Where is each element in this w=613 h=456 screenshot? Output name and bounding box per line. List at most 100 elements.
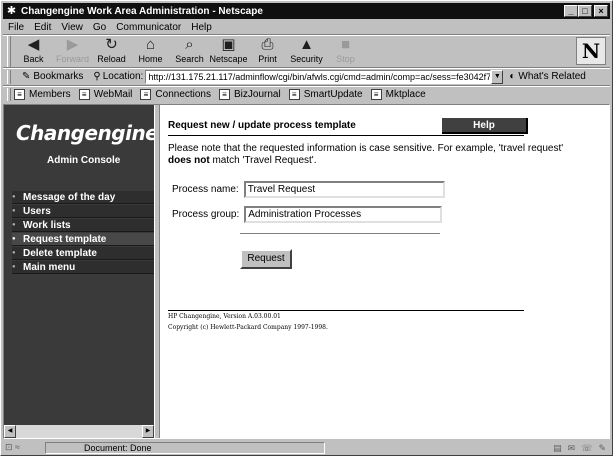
search-button[interactable]: ⌕ Search [170,36,209,66]
status-bar: ⊡ ≈ Document: Done ▤ ✉ ☏ ✎ [3,441,610,455]
scroll-track[interactable] [16,425,142,438]
bookmark-label: WebMail [93,88,133,100]
bookmark-connections[interactable]: ≡ Connections [140,88,211,100]
menu-file[interactable]: File [3,22,29,33]
security-button[interactable]: ▲ Security [287,36,326,66]
bookmark-label: Connections [155,88,211,100]
netscape-logo[interactable]: N [576,37,606,65]
nav-bullet-icon: ● [12,208,16,214]
print-button[interactable]: ⎙ Print [248,36,287,66]
maximize-button[interactable]: □ [578,5,592,17]
locbar-grip[interactable] [7,69,11,84]
persbar-grip[interactable] [7,87,11,101]
menu-bar: File Edit View Go Communicator Help [3,20,610,34]
process-name-row: Process name: Travel Request [172,181,445,198]
navigation-toolbar: ◀ Back ▶ Forward ↻ Reload ⌂ Home ⌕ Searc… [3,36,610,67]
nav-bullet-icon: ● [12,194,16,200]
bookmark-icon: ≡ [78,88,90,100]
nav-item-request-template[interactable]: ● Request template [12,233,154,246]
bookmark-bizjournal[interactable]: ≡ BizJournal [219,88,281,100]
mail-icon[interactable]: ✉ [568,443,576,454]
window-title: Changengine Work Area Administration - N… [21,5,263,17]
title-bar: ✱ Changengine Work Area Administration -… [3,3,610,19]
bookmark-icon: ≡ [219,88,230,100]
header-rule [168,135,524,136]
menu-communicator[interactable]: Communicator [111,22,186,33]
nav-item-label: Request template [23,233,107,245]
bookmark-icon: ≡ [14,88,25,100]
nav-item-label: Message of the day [23,191,116,203]
nav-item-delete-template[interactable]: ● Delete template [12,247,154,260]
menu-view[interactable]: View [56,22,88,33]
menu-go[interactable]: Go [88,22,111,33]
page-header: Request new / update process template He… [168,116,528,135]
print-label: Print [258,54,277,64]
note-text-end: match 'Travel Request'. [212,155,317,166]
bookmark-mktplace[interactable]: ≡ Mktplace [370,88,426,100]
back-label: Back [23,54,44,64]
netscape-icon: ▣ [221,36,236,53]
changengine-logo: Changengine [16,121,159,145]
bookmark-members[interactable]: ≡ Members [14,88,71,100]
navigator-icon[interactable]: ▤ [553,443,562,454]
back-button[interactable]: ◀ Back [14,36,53,66]
admin-console-label: Admin Console [47,155,121,166]
nav-item-work-lists[interactable]: ● Work lists [12,219,154,232]
process-name-input[interactable]: Travel Request [243,181,445,198]
home-label: Home [138,54,163,64]
bookmark-label: BizJournal [234,88,281,100]
bookmarks-button[interactable]: ✎ Bookmarks [22,71,83,82]
forward-arrow-icon: ▶ [66,36,79,53]
nav-bullet-icon: ● [12,236,16,242]
bookmark-webmail[interactable]: ≡ WebMail [78,88,133,100]
process-group-row: Process group: Administration Processes [172,206,443,223]
menu-help[interactable]: Help [186,22,217,33]
chevron-down-icon: ▼ [493,72,501,80]
horizontal-scrollbar[interactable]: ◀ ▶ [4,425,154,438]
home-icon: ⌂ [145,36,156,53]
status-text: Document: Done [45,442,325,454]
related-icon: ◐ [509,71,516,82]
content-area: Changengine Admin Console ● Message of th… [3,104,610,439]
bookmark-icon: ≡ [288,88,300,100]
request-button[interactable]: Request [240,249,292,269]
search-icon: ⌕ [185,36,194,53]
minimize-button[interactable]: _ [564,5,578,17]
bookmarks-label: Bookmarks [33,71,84,82]
nav-bullet-icon: ● [12,264,16,270]
url-dropdown-button[interactable]: ▼ [491,69,504,84]
location-label-text: Location: [102,71,144,82]
scroll-right-arrow-icon[interactable]: ▶ [142,425,154,438]
main-frame: Request new / update process template He… [160,105,609,438]
help-button[interactable]: Help [442,117,528,134]
security-status-icon[interactable]: ⊡ ≈ [3,442,43,454]
whats-related-button[interactable]: ◐ What's Related [509,71,586,82]
forward-button[interactable]: ▶ Forward [53,36,92,66]
stop-label: Stop [336,54,355,64]
nav-item-users[interactable]: ● Users [12,205,154,218]
home-button[interactable]: ⌂ Home [131,36,170,66]
process-group-label: Process group: [172,209,240,220]
process-group-input[interactable]: Administration Processes [244,206,443,223]
composer-icon[interactable]: ✎ [598,443,606,454]
netscape-app-icon: ✱ [6,4,17,17]
nav-item-label: Delete template [23,247,97,259]
bookmark-icon: ≡ [140,88,152,100]
note-text: Please note that the requested informati… [168,143,564,154]
nav-item-message-of-the-day[interactable]: ● Message of the day [12,191,154,204]
url-input[interactable]: http://131.175.21.117/adminflow/cgi/bin/… [145,69,492,84]
close-button[interactable]: × [594,5,608,17]
scroll-left-arrow-icon[interactable]: ◀ [4,425,16,438]
back-arrow-icon: ◀ [27,36,40,53]
footer-version: HP Changengine, Version A.03.00.01 [168,313,281,320]
menu-edit[interactable]: Edit [29,22,56,33]
nav-list: ● Message of the day ● Users ● Work lists ●… [12,191,154,275]
whats-related-label: What's Related [518,71,586,82]
discussion-icon[interactable]: ☏ [581,443,592,454]
toolbar-grip[interactable] [7,36,11,67]
stop-button[interactable]: ■ Stop [326,36,365,66]
reload-button[interactable]: ↻ Reload [92,36,131,66]
nav-item-main-menu[interactable]: ● Main menu [12,261,154,274]
bookmark-smartupdate[interactable]: ≡ SmartUpdate [288,88,363,100]
netscape-button[interactable]: ▣ Netscape [209,36,248,66]
